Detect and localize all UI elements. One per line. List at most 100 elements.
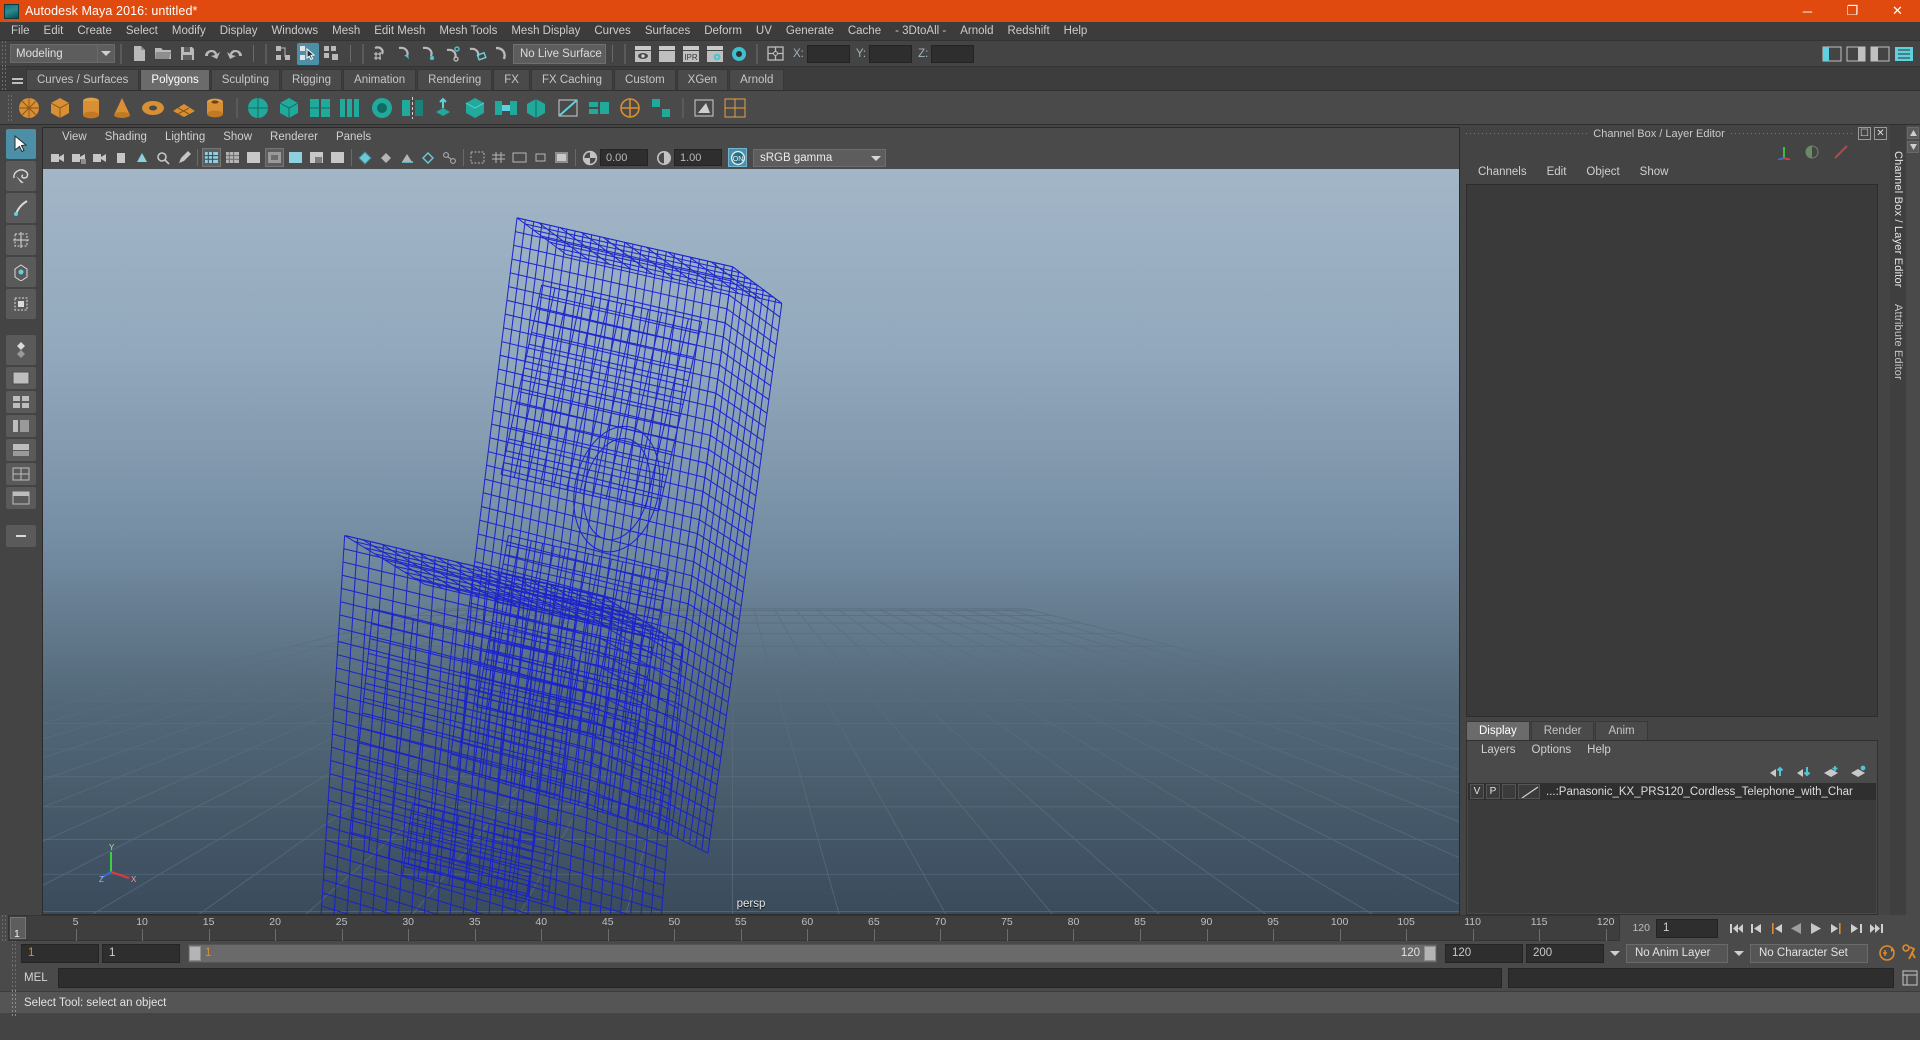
range-handle-right[interactable] xyxy=(1424,945,1436,961)
step-forward-frame-button[interactable] xyxy=(1826,918,1846,938)
menu-item-arnold[interactable]: Arnold xyxy=(953,22,1000,41)
anim-layer-select[interactable]: No Anim Layer xyxy=(1626,943,1728,963)
persp-graph-layout-button[interactable] xyxy=(6,439,36,461)
select-object-icon[interactable] xyxy=(297,42,319,65)
cube-smooth-icon[interactable] xyxy=(274,93,304,123)
menu-item-display[interactable]: Display xyxy=(213,22,265,41)
polygon-cube-icon[interactable] xyxy=(45,93,75,123)
save-scene-icon[interactable] xyxy=(176,43,198,65)
screen-space-ao-icon[interactable] xyxy=(328,148,347,167)
channelbox-menu-edit[interactable]: Edit xyxy=(1537,162,1577,182)
menu-item-3dtoall[interactable]: - 3DtoAll - xyxy=(888,22,953,41)
film-gate-icon[interactable] xyxy=(510,148,529,167)
gamma-icon[interactable] xyxy=(654,148,673,167)
depth-of-field-icon[interactable] xyxy=(398,148,417,167)
playback-end-time-field[interactable]: 120 xyxy=(1445,943,1523,963)
image-plane-icon[interactable] xyxy=(132,148,151,167)
undock-panel-icon[interactable]: ☐ xyxy=(1858,127,1871,140)
bevel-icon[interactable] xyxy=(460,93,490,123)
close-panel-icon[interactable]: ✕ xyxy=(1874,127,1887,140)
vertical-tab-attribute-editor[interactable]: Attribute Editor xyxy=(1892,296,1904,388)
sphere-smooth-icon[interactable] xyxy=(243,93,273,123)
color-management-toggle-icon[interactable]: ON xyxy=(728,148,747,168)
current-time-indicator[interactable]: 1 xyxy=(10,917,26,940)
mirror-geometry-icon[interactable] xyxy=(398,93,428,123)
layer-state-toggle[interactable] xyxy=(1502,784,1516,799)
shelf-tab-animation[interactable]: Animation xyxy=(343,69,417,90)
animation-start-time-field[interactable]: 1 xyxy=(21,943,99,963)
target-weld-icon[interactable] xyxy=(615,93,645,123)
time-slider[interactable]: 1 5 10 15 20 25 30 35 40 45 50 55 60 65 70 75 80 85 90 95 1… xyxy=(8,915,1620,941)
viewport-menu-view[interactable]: View xyxy=(53,128,96,147)
shelf-tab-rendering[interactable]: Rendering xyxy=(417,69,493,90)
shelf-row-gripper[interactable] xyxy=(6,94,14,121)
command-output-field[interactable] xyxy=(1508,968,1894,988)
toolbar-gripper[interactable] xyxy=(0,40,8,67)
menu-item-mesh[interactable]: Mesh xyxy=(325,22,367,41)
hypershade-icon[interactable] xyxy=(728,43,750,65)
play-backwards-button[interactable] xyxy=(1786,918,1806,938)
select-camera-icon[interactable] xyxy=(48,148,67,167)
uv-editor-icon[interactable] xyxy=(720,93,750,123)
select-tool-button[interactable] xyxy=(6,129,36,159)
close-button[interactable]: ✕ xyxy=(1875,0,1920,22)
channelbox-menu-channels[interactable]: Channels xyxy=(1468,162,1537,182)
menu-item-file[interactable]: File xyxy=(4,22,37,41)
last-tool-button[interactable] xyxy=(6,335,36,365)
make-live-icon[interactable] xyxy=(490,43,512,65)
half-circle-icon[interactable] xyxy=(1804,144,1820,160)
menuset-chevron-down-icon[interactable] xyxy=(98,44,115,63)
polygon-pipe-icon[interactable] xyxy=(200,93,230,123)
menu-item-windows[interactable]: Windows xyxy=(264,22,325,41)
shelf-menu-icon[interactable] xyxy=(8,68,26,90)
layer-menu-layers[interactable]: Layers xyxy=(1473,741,1524,760)
character-set-select[interactable]: No Character Set xyxy=(1750,943,1868,963)
shelf-tab-rigging[interactable]: Rigging xyxy=(281,69,343,90)
viewport-menu-renderer[interactable]: Renderer xyxy=(261,128,327,147)
shelf-tab-fx[interactable]: FX xyxy=(493,69,530,90)
menu-item-edit[interactable]: Edit xyxy=(37,22,71,41)
scroll-up-icon[interactable] xyxy=(1907,127,1919,139)
menu-item-mesh-tools[interactable]: Mesh Tools xyxy=(432,22,504,41)
animation-preferences-icon[interactable] xyxy=(1900,943,1920,963)
viewport-menu-lighting[interactable]: Lighting xyxy=(156,128,214,147)
menu-item-deform[interactable]: Deform xyxy=(697,22,749,41)
range-slider[interactable]: 1 120 xyxy=(188,943,1437,963)
rotate-tool-button[interactable] xyxy=(6,257,36,287)
paint-select-tool-button[interactable] xyxy=(6,193,36,223)
menu-item-surfaces[interactable]: Surfaces xyxy=(638,22,697,41)
grid-toggle-icon[interactable] xyxy=(489,148,508,167)
vertical-tab-channel-box-layer-editor[interactable]: Channel Box / Layer Editor xyxy=(1892,143,1904,296)
helpline-gripper[interactable] xyxy=(10,989,18,1016)
exposure-field[interactable]: 0.00 xyxy=(600,149,648,167)
coord-y-field[interactable] xyxy=(869,44,913,63)
gate-mask-icon[interactable] xyxy=(552,148,571,167)
menu-item-uv[interactable]: UV xyxy=(749,22,779,41)
anim-layer-chevron-down-icon[interactable] xyxy=(1607,944,1623,963)
camera-attributes-icon[interactable] xyxy=(90,148,109,167)
menu-item-generate[interactable]: Generate xyxy=(779,22,841,41)
open-scene-icon[interactable] xyxy=(152,43,174,65)
textured-icon[interactable] xyxy=(265,148,284,168)
menu-item-cache[interactable]: Cache xyxy=(841,22,888,41)
menu-item-curves[interactable]: Curves xyxy=(587,22,637,41)
shelf-tab-arnold[interactable]: Arnold xyxy=(729,69,785,90)
shelf-tab-sculpting[interactable]: Sculpting xyxy=(210,69,281,90)
snap-to-projected-center-icon[interactable] xyxy=(442,43,464,65)
resolution-gate-icon[interactable] xyxy=(531,148,550,167)
select-hierarchy-icon[interactable] xyxy=(273,43,295,65)
lasso-tool-button[interactable] xyxy=(6,161,36,191)
snap-to-grid-icon[interactable] xyxy=(370,43,392,65)
layer-playback-toggle[interactable]: P xyxy=(1486,784,1500,799)
chevron-down-icon[interactable] xyxy=(871,155,881,161)
shelf-tab-polygons[interactable]: Polygons xyxy=(140,69,210,90)
snap-to-view-plane-icon[interactable] xyxy=(466,43,488,65)
current-frame-field[interactable]: 1 xyxy=(1656,918,1718,938)
command-gripper[interactable] xyxy=(10,965,18,991)
four-view-layout-button[interactable] xyxy=(6,391,36,413)
command-input[interactable] xyxy=(58,968,1502,988)
render-settings-icon[interactable] xyxy=(704,43,726,65)
single-perspective-layout-button[interactable] xyxy=(6,367,36,389)
maximize-button[interactable]: ❐ xyxy=(1830,0,1875,22)
move-layer-up-icon[interactable] xyxy=(1769,765,1786,778)
